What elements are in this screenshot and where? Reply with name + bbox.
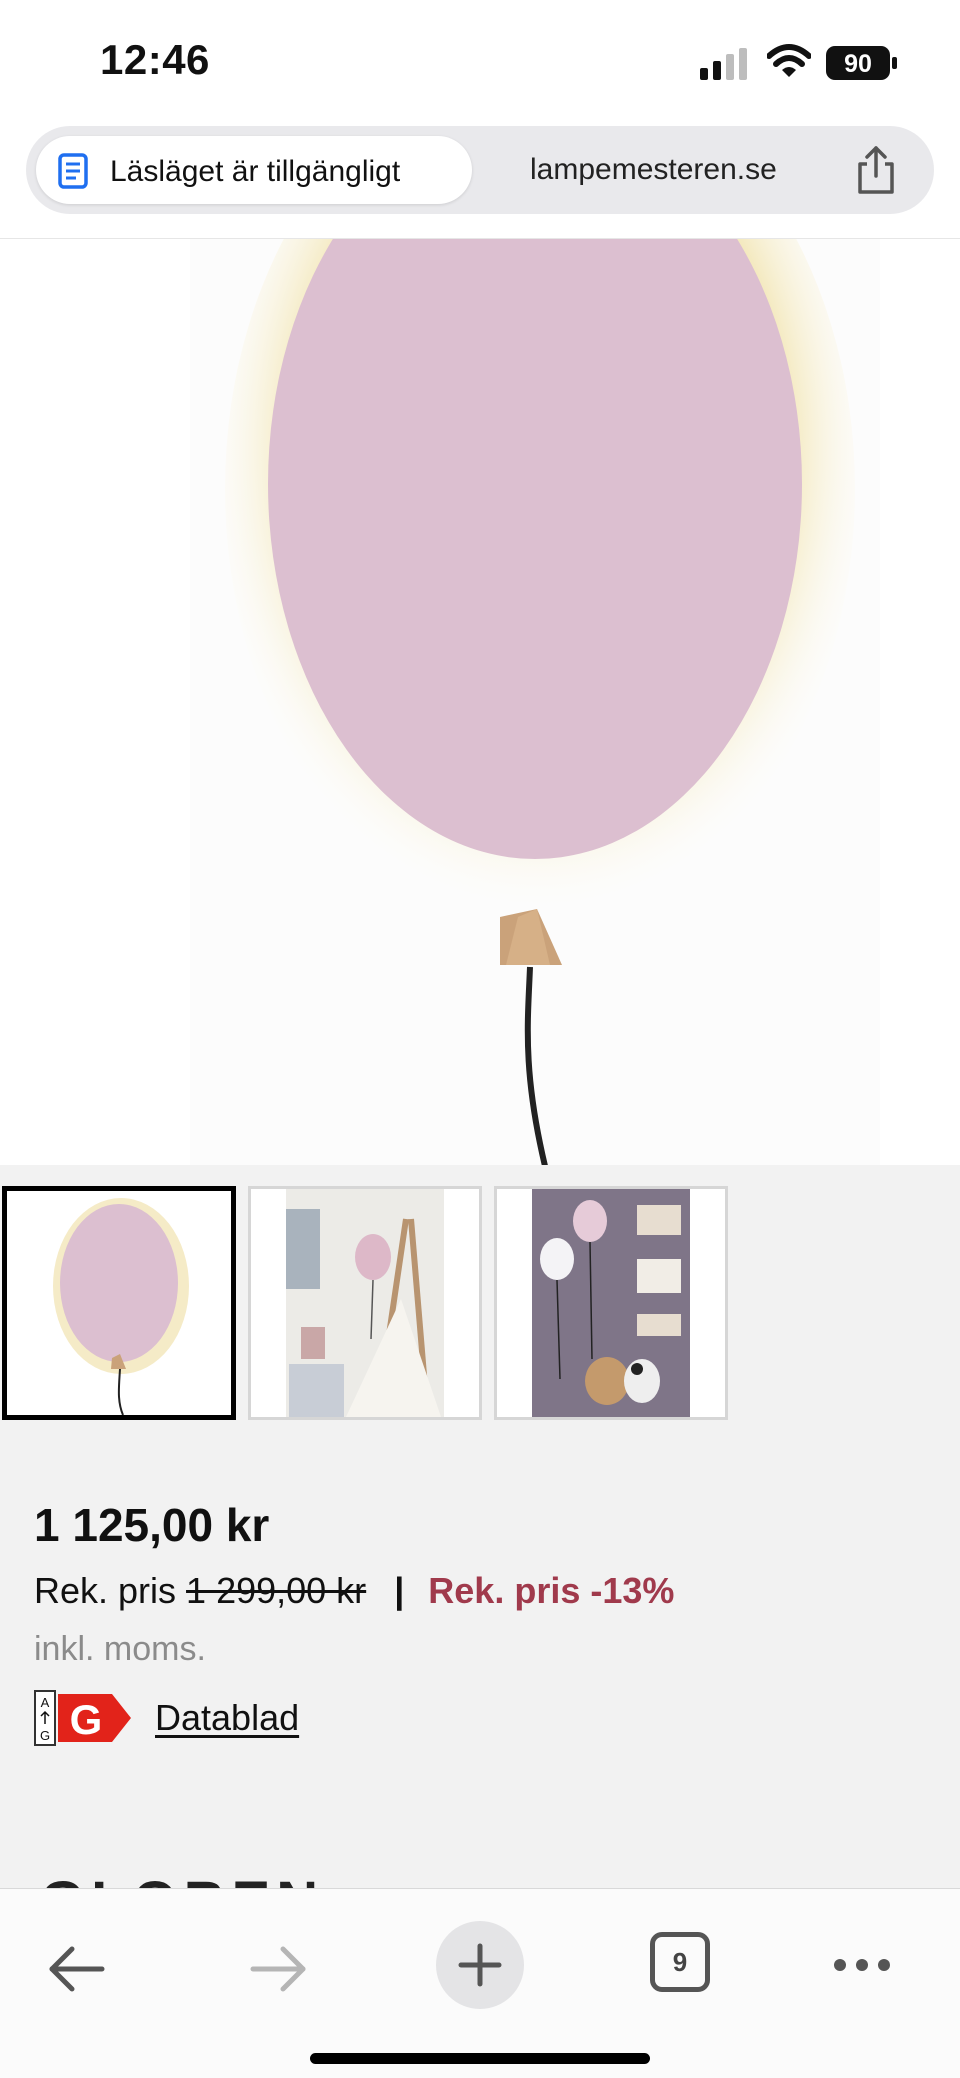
signal-icon [700,48,747,80]
reader-mode-label: Läsläget är tillgängligt [110,155,401,188]
thumbnail-1[interactable] [2,1186,236,1420]
thumbnail-2[interactable] [248,1186,482,1420]
tab-count: 9 [672,1947,688,1977]
datasheet-link[interactable]: Datablad [155,1697,299,1739]
reader-mode-icon [58,153,88,189]
tabs-icon[interactable]: 9 [650,1932,710,1992]
svg-text:G: G [40,1728,50,1743]
energy-label-icon[interactable]: A G G [34,1690,134,1746]
status-bar: 12:46 90 [0,0,960,120]
old-price: 1 299,00 kr [186,1570,367,1611]
battery-level: 90 [844,50,872,78]
more-icon[interactable] [832,1955,892,1975]
recommended-price-row: Rek. pris 1 299,00 kr | Rek. pris -13% [34,1570,674,1612]
back-arrow-icon[interactable] [46,1941,108,1997]
new-tab-button[interactable] [436,1921,524,2009]
url-domain[interactable]: lampemesteren.se [530,153,777,187]
wifi-icon [767,44,811,77]
discount-label: Rek. pris -13% [428,1570,675,1611]
thumbnail-3[interactable] [494,1186,728,1420]
price-separator: | [394,1570,405,1611]
url-bar[interactable]: Läsläget är tillgängligt lampemesteren.s… [26,126,934,214]
vat-note: inkl. moms. [34,1630,206,1668]
share-icon[interactable] [852,144,900,196]
product-main-image[interactable] [0,238,960,1165]
reader-mode-button[interactable]: Läsläget är tillgängligt [36,136,472,204]
forward-arrow-icon[interactable] [247,1941,309,1997]
energy-class: G [70,1696,103,1743]
home-indicator [310,2053,650,2064]
plus-icon [458,1943,502,1987]
product-price: 1 125,00 kr [34,1499,270,1551]
battery-icon: 90 [826,46,898,80]
rek-label: Rek. pris [34,1570,177,1611]
bottom-toolbar: 9 [0,1888,960,2078]
svg-text:A: A [41,1695,50,1710]
status-time: 12:46 [100,36,210,83]
